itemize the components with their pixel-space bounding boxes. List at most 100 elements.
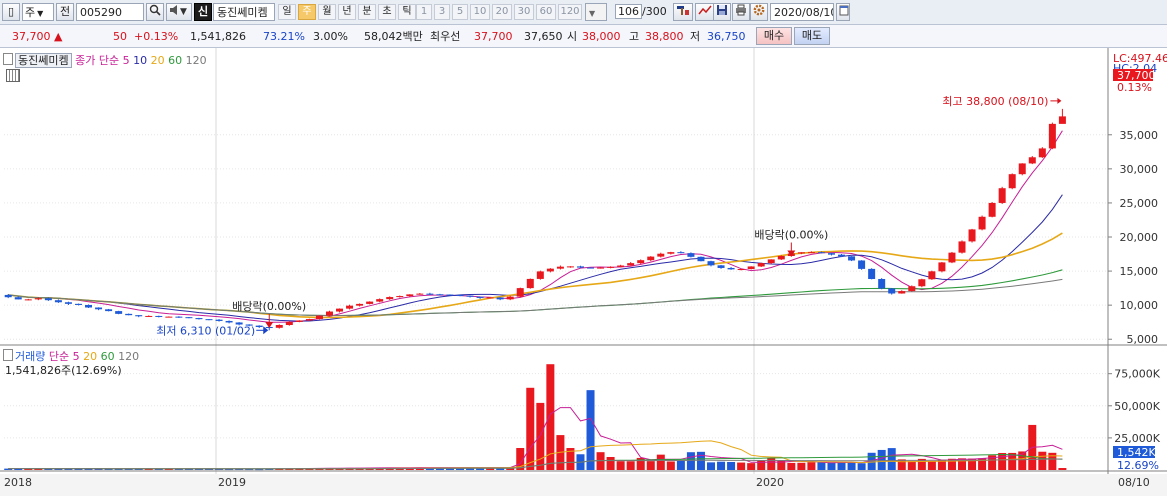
volume-bar <box>847 462 856 470</box>
prev-stock-button[interactable]: 전 <box>56 3 74 21</box>
candle-body <box>978 216 986 230</box>
candle-body <box>707 261 715 266</box>
current-price-value: 37,700 <box>12 30 51 43</box>
period-minute-tab[interactable]: 분 <box>358 4 376 20</box>
x-tick-label: 2018 <box>4 476 32 489</box>
candle-body <box>205 319 213 321</box>
date-field[interactable]: 2020/08/10 <box>770 3 834 21</box>
market-select[interactable]: 주 ▼ <box>22 3 54 21</box>
sound-button[interactable]: ▼ <box>166 3 192 21</box>
interval-5[interactable]: 5 <box>452 4 468 20</box>
tool-button[interactable] <box>673 3 693 21</box>
stock-name-field[interactable]: 동진쎄미켐 <box>213 3 275 21</box>
print-button[interactable] <box>732 3 750 21</box>
chart-type-icon[interactable]: ▯ <box>2 3 20 21</box>
candle-body <box>115 311 123 314</box>
interval-120[interactable]: 120 <box>558 4 582 20</box>
volume-bar <box>666 461 675 470</box>
turnover-ratio: 73.21% <box>263 30 305 43</box>
candle-body <box>948 252 956 263</box>
volume-bar <box>686 452 695 470</box>
price-legend-series: 종가 단순 <box>75 54 120 67</box>
printer-icon <box>736 4 746 16</box>
candle-body <box>938 262 946 272</box>
candle-body <box>426 293 434 295</box>
period-year-tab[interactable]: 년 <box>338 4 356 20</box>
price-tick-label: 30,000 <box>1120 163 1159 176</box>
interval-3[interactable]: 3 <box>434 4 450 20</box>
candle-body <box>1048 123 1056 149</box>
volume-menu-icon[interactable] <box>3 349 13 361</box>
open-label: 시 <box>567 30 578 43</box>
candle-body <box>486 297 494 299</box>
save-button[interactable] <box>713 3 731 21</box>
candle-body <box>175 316 183 318</box>
settings-button[interactable] <box>750 3 768 21</box>
candle-body <box>607 266 615 268</box>
grid-toggle-icon[interactable] <box>6 69 20 82</box>
candle-body <box>677 252 685 254</box>
candle-body <box>1038 148 1046 158</box>
volume-bar <box>827 462 836 470</box>
interval-10[interactable]: 10 <box>470 4 490 20</box>
legend-menu-icon[interactable] <box>3 53 13 65</box>
low-price: 36,750 <box>707 30 746 43</box>
candle-body <box>24 299 32 301</box>
speaker-icon: ▼ <box>170 5 187 17</box>
candle-body <box>446 294 454 296</box>
volume-bar <box>837 462 846 470</box>
candle-body <box>336 308 344 312</box>
indicator-button[interactable] <box>695 3 715 21</box>
sell-button[interactable]: 매도 <box>794 27 830 45</box>
period-day-tab[interactable]: 일 <box>278 4 296 20</box>
volume-bar <box>737 462 746 470</box>
volume-bar <box>656 454 665 470</box>
buy-button[interactable]: 매수 <box>756 27 792 45</box>
candle-body <box>74 303 82 305</box>
stock-chart: 5,000 10,000 15,000 20,000 25,000 30,000 35,00… <box>0 48 1167 496</box>
stock-code-input[interactable]: 005290 <box>76 3 144 21</box>
candle-body <box>657 253 665 257</box>
candle-body <box>838 254 846 257</box>
candle-body <box>64 302 72 304</box>
candle-body <box>356 303 364 306</box>
price-change-pct: +0.13% <box>134 30 179 43</box>
interval-30[interactable]: 30 <box>514 4 534 20</box>
interval-1[interactable]: 1 <box>416 4 432 20</box>
volume-bar <box>897 459 906 470</box>
date-value: 2020/08/10 <box>774 6 834 19</box>
period-tick-tab[interactable]: 틱 <box>398 4 416 20</box>
candle-body <box>767 259 775 264</box>
candle-body <box>617 265 625 267</box>
interval-20[interactable]: 20 <box>492 4 512 20</box>
display-count[interactable]: 106/300 <box>612 3 666 21</box>
price-legend-ma5: 5 <box>122 54 130 67</box>
price-legend-name[interactable]: 동진쎄미켐 <box>15 53 72 68</box>
candle-body <box>536 271 544 279</box>
interval-60[interactable]: 60 <box>536 4 556 20</box>
period-week-tab[interactable]: 주 <box>298 4 316 20</box>
candle-body <box>848 256 856 261</box>
floppy-disk-icon <box>717 5 727 15</box>
candle-body <box>305 319 313 321</box>
volume-bar <box>1058 468 1067 470</box>
search-button[interactable] <box>146 3 164 21</box>
candle-body <box>366 301 374 304</box>
candle-body <box>727 267 735 270</box>
current-price: 37,700 ▲ <box>12 29 62 44</box>
period-month-tab[interactable]: 월 <box>318 4 336 20</box>
candle-body <box>516 288 524 297</box>
volume-bar <box>877 449 886 470</box>
volume-tick-label: 75,000K <box>1114 368 1160 381</box>
volume-bar <box>717 461 726 470</box>
candle-body <box>587 267 595 269</box>
calendar-button[interactable] <box>836 3 850 21</box>
interval-custom-select[interactable]: ▼ <box>585 3 607 21</box>
candle-body <box>717 265 725 268</box>
best-bid: 37,650 <box>524 30 563 43</box>
volume-bar <box>727 461 736 470</box>
candle-body <box>597 267 605 269</box>
trade-amount: 58,042백만 <box>364 30 423 43</box>
period-second-tab[interactable]: 초 <box>378 4 396 20</box>
volume-tag-pct: 12.69% <box>1117 459 1159 472</box>
